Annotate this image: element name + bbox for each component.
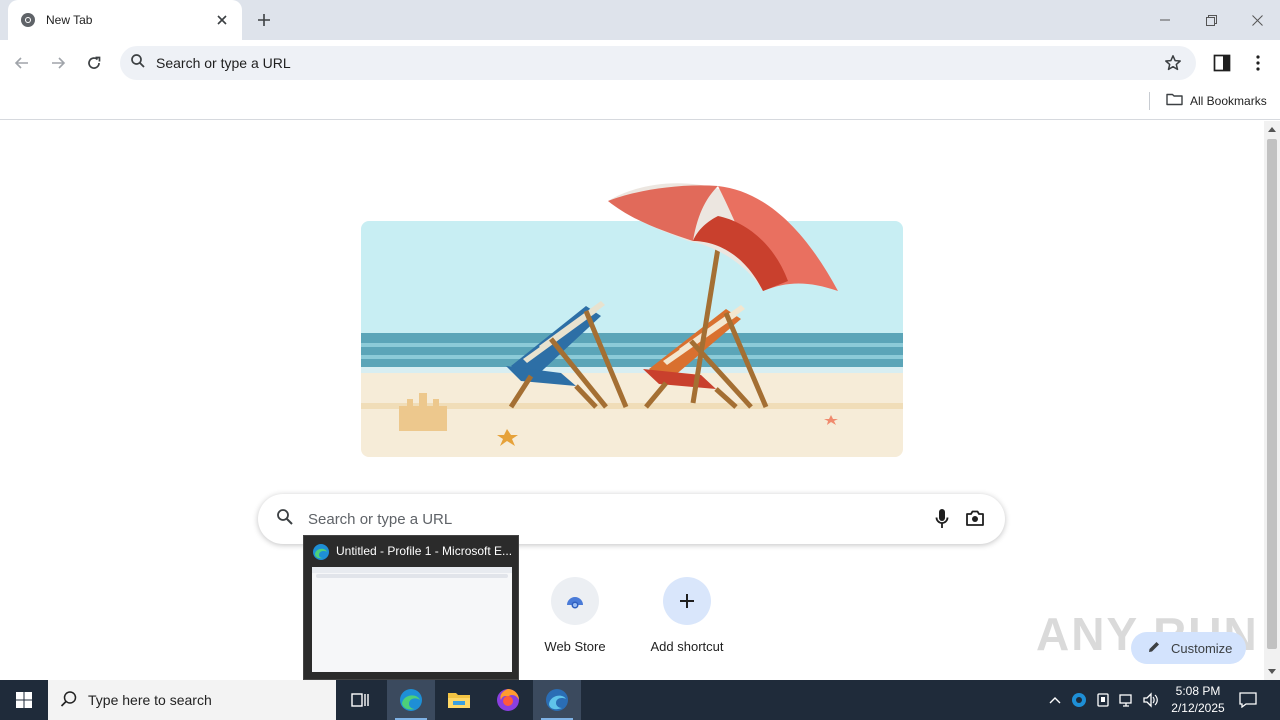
taskbar-window-preview[interactable]: Untitled - Profile 1 - Microsoft E... (303, 535, 519, 680)
edge-dev-icon (546, 689, 568, 711)
edge-icon (312, 543, 330, 566)
volume-icon[interactable] (1140, 680, 1162, 720)
scroll-down-arrow-icon[interactable] (1268, 669, 1276, 674)
customize-label: Customize (1171, 640, 1233, 656)
tray-device-icon[interactable] (1092, 680, 1114, 720)
image-search-camera-icon[interactable] (965, 508, 985, 533)
new-tab-button[interactable] (252, 8, 276, 32)
side-panel-icon[interactable] (1208, 49, 1236, 77)
address-bar[interactable]: Search or type a URL (120, 46, 1196, 80)
taskbar-edge[interactable] (387, 680, 435, 720)
shortcut-label: Web Store (544, 639, 606, 654)
taskbar-search-box[interactable]: Type here to search (48, 680, 336, 720)
show-hidden-icons-chevron-icon[interactable] (1044, 680, 1066, 720)
chrome-icon (20, 12, 36, 28)
tab-new-tab[interactable]: New Tab (8, 0, 242, 40)
firefox-icon (497, 689, 519, 711)
scroll-thumb[interactable] (1267, 139, 1277, 649)
all-bookmarks-label: All Bookmarks (1190, 93, 1267, 108)
tab-title: New Tab (46, 13, 93, 27)
taskbar-file-explorer[interactable] (435, 680, 483, 720)
search-icon (60, 690, 78, 711)
preview-title: Untitled - Profile 1 - Microsoft E... (336, 544, 513, 558)
pencil-icon (1147, 640, 1161, 657)
clock-time: 5:08 PM (1175, 684, 1221, 698)
customize-button[interactable]: Customize (1131, 632, 1246, 664)
minimize-button[interactable] (1142, 0, 1188, 40)
shortcut-label: Add shortcut (650, 639, 724, 654)
close-window-button[interactable] (1234, 0, 1280, 40)
reload-button[interactable] (80, 49, 108, 77)
tab-close-icon[interactable] (212, 10, 232, 30)
folder-icon (1166, 92, 1183, 109)
scroll-up-arrow-icon[interactable] (1268, 127, 1276, 132)
new-tab-page: Search or type a URL Web Store Add short… (0, 121, 1264, 680)
web-store-icon (551, 577, 599, 625)
taskbar-search-placeholder: Type here to search (88, 692, 212, 708)
tray-app-icon[interactable] (1068, 680, 1090, 720)
edge-icon (400, 689, 422, 711)
notifications-icon[interactable] (1236, 680, 1260, 720)
bookmark-star-icon[interactable] (1164, 54, 1182, 77)
restore-button[interactable] (1188, 0, 1234, 40)
taskbar-clock[interactable]: 5:08 PM 2/12/2025 (1160, 683, 1236, 717)
forward-button[interactable] (44, 49, 72, 77)
umbrella-image (598, 171, 848, 411)
start-button[interactable] (0, 680, 48, 720)
taskbar-firefox[interactable] (484, 680, 532, 720)
network-icon[interactable] (1116, 680, 1138, 720)
bookmarks-bar: All Bookmarks (0, 86, 1280, 120)
task-view-icon[interactable] (336, 680, 384, 720)
menu-kebab-icon[interactable] (1244, 49, 1272, 77)
back-button[interactable] (8, 49, 36, 77)
add-shortcut-plus-icon (663, 577, 711, 625)
folder-icon (448, 693, 470, 708)
search-icon (130, 53, 146, 74)
clock-date: 2/12/2025 (1171, 701, 1225, 715)
address-bar-text: Search or type a URL (156, 55, 291, 71)
windows-logo-icon (16, 692, 32, 708)
preview-thumbnail (312, 567, 512, 672)
page-scrollbar[interactable] (1264, 121, 1280, 680)
bookmarks-separator (1149, 92, 1150, 110)
all-bookmarks-button[interactable]: All Bookmarks (1166, 92, 1267, 109)
ntp-search-placeholder: Search or type a URL (308, 510, 453, 528)
shortcut-add[interactable]: Add shortcut (632, 577, 742, 654)
search-icon (276, 508, 294, 531)
taskbar-edge-profile[interactable] (533, 680, 581, 720)
voice-search-icon[interactable] (935, 508, 949, 535)
tab-strip: New Tab (0, 0, 1280, 40)
shortcut-web-store[interactable]: Web Store (520, 577, 630, 654)
windows-taskbar: Type here to search 5:08 PM 2/12/2025 (0, 680, 1280, 720)
browser-toolbar: Search or type a URL (0, 40, 1280, 86)
